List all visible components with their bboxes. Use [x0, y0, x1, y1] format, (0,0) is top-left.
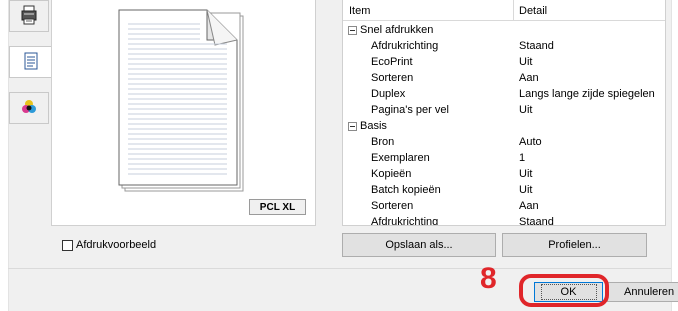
row-detail: Uit — [519, 168, 533, 180]
row-item: Bron — [371, 136, 395, 148]
row-detail: Aan — [519, 72, 539, 84]
row-item: Afdrukrichting — [371, 40, 439, 52]
preview-checkbox[interactable]: Afdrukvoorbeeld — [62, 239, 156, 251]
pdl-badge: PCL XL — [249, 199, 306, 215]
row-detail: Aan — [519, 200, 539, 212]
row-item: Exemplaren — [371, 152, 430, 164]
document-icon — [24, 52, 38, 73]
row-detail: 1 — [519, 152, 526, 164]
column-separator — [513, 0, 514, 20]
column-header-detail: Detail — [519, 5, 548, 17]
row-item: Duplex — [371, 88, 406, 100]
tab-document[interactable] — [9, 46, 52, 78]
window-frame-right — [671, 0, 678, 311]
profiles-button[interactable]: Profielen... — [502, 233, 647, 257]
tree-item-label: Basis — [360, 120, 387, 132]
row-item: Sorteren — [371, 72, 414, 84]
tree-item-label: Snel afdrukken — [360, 24, 434, 36]
row-item: Sorteren — [371, 200, 414, 212]
tree-group-basis[interactable]: Basis — [343, 119, 665, 135]
table-row: Exemplaren 1 — [343, 151, 665, 167]
table-row: Duplex Langs lange zijde spiegelen — [343, 87, 665, 103]
window-frame-left — [0, 0, 9, 311]
table-row: EcoPrint Uit — [343, 55, 665, 71]
table-row: Bron Auto — [343, 135, 665, 151]
print-settings-dialog: PCL XL Item Detail Snel afdrukken Afdruk… — [0, 0, 678, 311]
row-detail: Uit — [519, 184, 533, 196]
collapse-icon[interactable] — [348, 26, 357, 35]
color-balls-icon — [21, 99, 37, 118]
row-item: Pagina's per vel — [371, 104, 449, 116]
table-row: Kopieën Uit — [343, 167, 665, 183]
printer-icon — [21, 5, 37, 28]
cancel-button[interactable]: Annuleren — [607, 282, 678, 302]
row-item: Afdrukrichting — [371, 216, 439, 226]
table-row: Batch kopieën Uit — [343, 183, 665, 199]
checkbox-box[interactable] — [62, 239, 73, 251]
divider — [8, 268, 671, 269]
row-detail: Langs lange zijde spiegelen — [519, 88, 655, 100]
tree-group-snel-afdrukken[interactable]: Snel afdrukken — [343, 23, 665, 39]
table-row: Afdrukrichting Staand — [343, 39, 665, 55]
settings-summary-table[interactable]: Item Detail Snel afdrukken Afdrukrichtin… — [342, 0, 666, 226]
checkbox-label: Afdrukvoorbeeld — [76, 239, 157, 251]
row-item: EcoPrint — [371, 56, 413, 68]
row-detail: Staand — [519, 216, 554, 226]
column-header-item: Item — [349, 5, 371, 17]
tab-printer[interactable] — [9, 0, 49, 32]
table-row: Afdrukrichting Staand — [343, 215, 665, 226]
collapse-icon[interactable] — [348, 122, 357, 131]
row-detail: Auto — [519, 136, 542, 148]
row-item: Batch kopieën — [371, 184, 441, 196]
row-detail: Staand — [519, 40, 554, 52]
tab-color[interactable] — [9, 92, 49, 124]
table-row: Pagina's per vel Uit — [343, 103, 665, 119]
side-tab-strip — [9, 0, 52, 140]
table-row: Sorteren Aan — [343, 71, 665, 87]
row-detail: Uit — [519, 104, 533, 116]
table-row: Sorteren Aan — [343, 199, 665, 215]
table-header: Item Detail — [343, 0, 665, 21]
highlight-ring — [519, 274, 609, 307]
page-preview-illustration — [118, 9, 244, 192]
step-number-callout: 8 — [480, 262, 497, 295]
row-detail: Uit — [519, 56, 533, 68]
save-as-button[interactable]: Opslaan als... — [342, 233, 496, 257]
preview-pane — [51, 0, 316, 226]
row-item: Kopieën — [371, 168, 412, 180]
